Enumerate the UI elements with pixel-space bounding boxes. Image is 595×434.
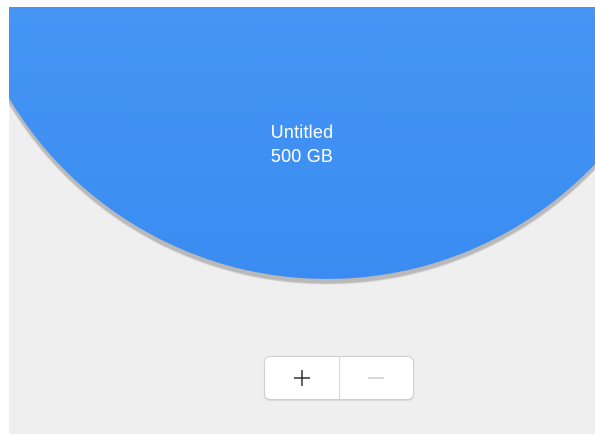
volume-size: 500 GB [270, 146, 334, 166]
remove-partition-button[interactable] [338, 357, 414, 399]
partition-panel: Untitled 500 GB [9, 7, 595, 434]
volume-name: Untitled [270, 122, 334, 142]
plus-icon [293, 370, 310, 386]
volume-label: Untitled 500 GB [9, 120, 595, 168]
add-partition-button[interactable] [265, 357, 339, 399]
minus-icon [368, 377, 385, 379]
partition-segmented-control [264, 356, 414, 400]
